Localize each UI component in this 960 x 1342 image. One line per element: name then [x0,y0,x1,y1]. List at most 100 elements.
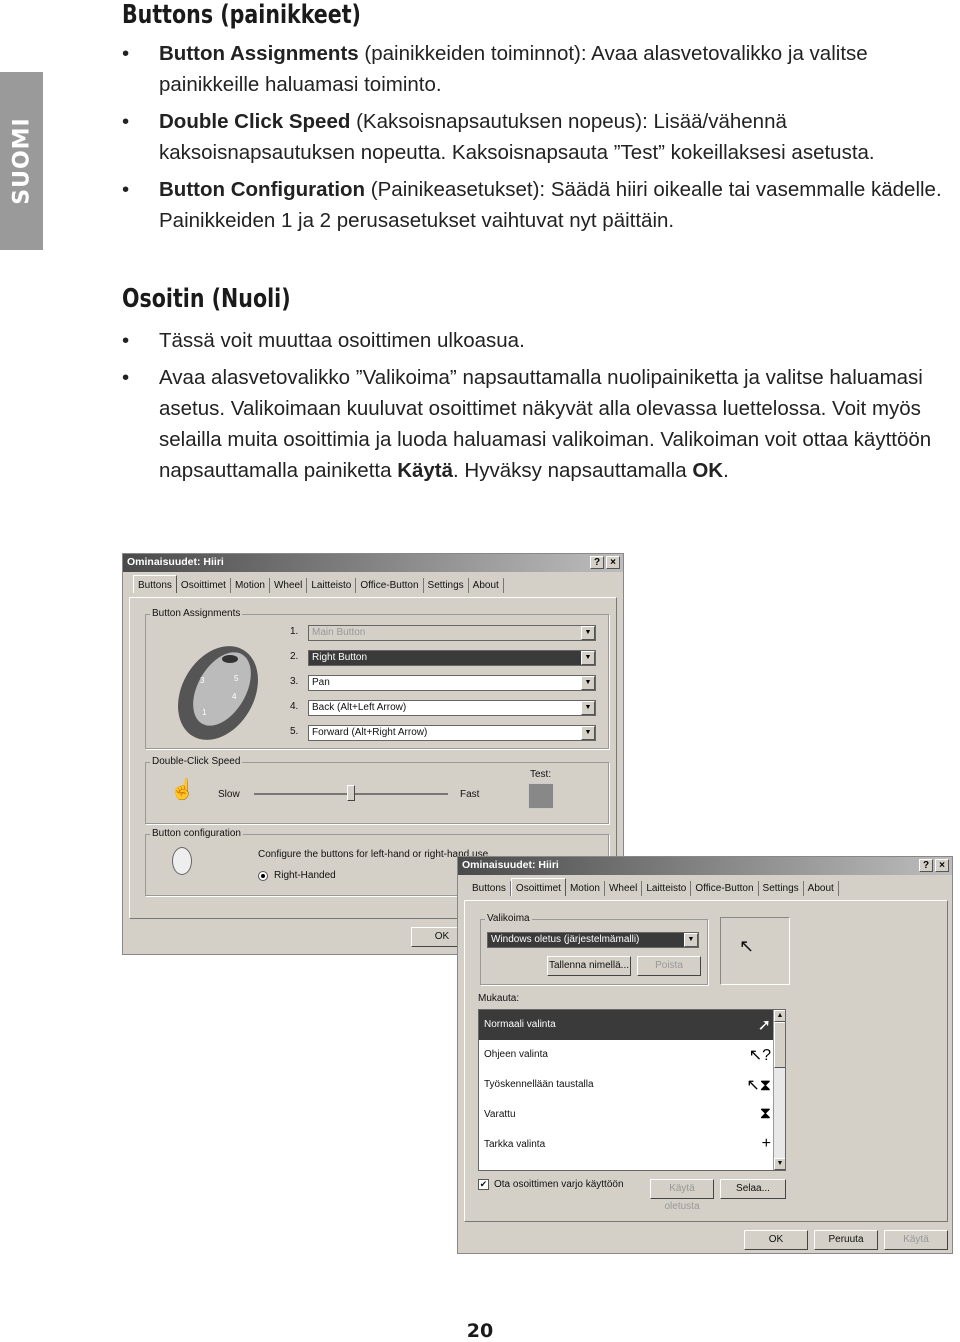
text: . [723,459,729,482]
pointer-bullet-list: Tässä voit muuttaa osoittimen ulkoasua. … [122,325,952,492]
bullet-button-configuration: Button Configuration (Painikeasetukset):… [122,174,952,236]
scheme-select[interactable]: Windows oletus (järjestelmämalli) ▼ [487,932,699,948]
assignment-5-select[interactable]: Forward (Alt+Right Arrow) ▼ [308,725,596,741]
chevron-down-icon: ▼ [581,701,595,715]
list-item[interactable]: Ohjeen valinta ↖? [479,1040,785,1070]
right-handed-label: Right-Handed [274,870,336,881]
crosshair-cursor-icon: + [761,1135,771,1152]
cancel-button[interactable]: Peruuta [814,1230,878,1250]
help-button[interactable]: ? [919,859,933,872]
dialog-title: Ominaisuudet: Hiiri [127,556,224,568]
test-area-icon[interactable] [528,783,554,809]
tab-laitteisto[interactable]: Laitteisto [642,881,692,896]
close-button[interactable]: × [606,556,620,569]
cursor-label: Tarkka valinta [484,1139,546,1150]
term: Button Configuration [159,178,366,201]
close-button[interactable]: × [935,859,949,872]
select-value: Pan [312,677,330,688]
title-bar: Ominaisuudet: Hiiri ? × [123,554,623,572]
assignment-4-select[interactable]: Back (Alt+Left Arrow) ▼ [308,700,596,716]
assignment-number: 4. [290,701,299,712]
button-assignments-group: Button Assignments 3 5 4 1 1. Main Button ▼… [145,608,609,749]
list-item[interactable]: Tarkka valinta + [479,1130,785,1160]
scroll-up-icon[interactable]: ▲ [774,1010,785,1022]
tab-office-button[interactable]: Office-Button [356,578,424,593]
tab-motion[interactable]: Motion [566,881,605,896]
title-bar: Ominaisuudet: Hiiri ? × [458,857,952,875]
select-value: Back (Alt+Left Arrow) [312,702,407,713]
arrow-cursor-icon: ➚ [757,1017,771,1034]
bullet-double-click-speed: Double Click Speed (Kaksoisnapsautuksen … [122,106,952,168]
term-apply: Käytä [397,459,454,482]
mouse-icon [172,847,192,875]
group-title: Button Assignments [150,608,243,619]
list-item[interactable]: Työskennellään taustalla ↖⧗ [479,1070,785,1100]
chevron-down-icon: ▼ [581,651,595,665]
term: Button Assignments [159,42,359,65]
assignment-number: 3. [290,676,299,687]
tab-strip: Buttons Osoittimet Motion Wheel Laitteis… [123,572,623,593]
text: . Hyväksy napsauttamalla [453,459,693,482]
tab-buttons[interactable]: Buttons [133,575,177,593]
customize-label: Mukauta: [478,993,520,1004]
svg-text:4: 4 [232,692,237,701]
bullet-button-assignments: Button Assignments (painikkeiden toiminn… [122,38,952,100]
config-description: Configure the buttons for left-hand or r… [258,849,491,860]
assignment-number: 1. [290,626,299,637]
list-scrollbar[interactable]: ▲ ▼ [773,1010,785,1170]
delete-button[interactable]: Poista [637,956,701,976]
tab-wheel[interactable]: Wheel [605,881,643,896]
tab-about[interactable]: About [804,881,839,896]
tab-settings[interactable]: Settings [759,881,804,896]
tab-buttons[interactable]: Buttons [468,881,511,896]
select-value: Forward (Alt+Right Arrow) [312,727,428,738]
cursor-list[interactable]: Normaali valinta ➚ Ohjeen valinta ↖? Työsk… [478,1009,786,1171]
assignment-number: 2. [290,651,299,662]
assignment-number: 5. [290,726,299,737]
language-side-tab: SUOMI [0,72,43,250]
list-item[interactable]: Varattu ⧗ [479,1100,785,1130]
svg-text:1: 1 [202,708,207,717]
group-title: Button configuration [150,828,243,839]
tab-motion[interactable]: Motion [231,578,270,593]
tab-osoittimet[interactable]: Osoittimet [510,878,566,896]
speed-slider-thumb[interactable] [347,785,355,801]
mouse-image-icon: 3 5 4 1 [178,646,258,740]
right-handed-radio[interactable] [258,871,268,881]
apply-button[interactable]: Käytä [884,1230,948,1250]
help-button[interactable]: ? [590,556,604,569]
tab-laitteisto[interactable]: Laitteisto [307,578,357,593]
shadow-checkbox[interactable]: ✔ [478,1179,489,1190]
tab-about[interactable]: About [469,578,504,593]
save-as-button[interactable]: Tallenna nimellä... [547,956,631,976]
scroll-thumb[interactable] [774,1022,785,1068]
term-ok: OK [692,459,724,482]
assignment-1-select[interactable]: Main Button ▼ [308,625,596,641]
svg-text:3: 3 [200,676,205,685]
tab-settings[interactable]: Settings [424,578,469,593]
tab-office-button[interactable]: Office-Button [691,881,759,896]
tab-osoittimet[interactable]: Osoittimet [177,578,231,593]
ok-button[interactable]: OK [744,1230,808,1250]
arrow-cursor-icon: ↖ [739,936,755,956]
mouse-properties-dialog-pointers: Ominaisuudet: Hiiri ? × Buttons Osoittime… [457,856,953,1254]
busy-cursor-icon: ⧗ [759,1105,771,1122]
tab-wheel[interactable]: Wheel [270,578,308,593]
scroll-down-icon[interactable]: ▼ [774,1158,785,1170]
assignment-3-select[interactable]: Pan ▼ [308,675,596,691]
browse-button[interactable]: Selaa... [720,1179,786,1199]
assignment-2-select[interactable]: Right Button ▼ [308,650,596,666]
chevron-down-icon: ▼ [581,726,595,740]
dialog-title: Ominaisuudet: Hiiri [462,859,559,871]
svg-text:5: 5 [234,674,239,683]
cursor-preview: ↖ [720,917,790,985]
cursor-label: Ohjeen valinta [484,1049,548,1060]
group-title: Double-Click Speed [150,756,243,767]
buttons-bullet-list: Button Assignments (painikkeiden toiminn… [122,38,952,242]
term: Double Click Speed [159,110,351,133]
chevron-down-icon: ▼ [581,626,595,640]
use-default-button[interactable]: Käytä oletusta [650,1179,714,1212]
list-item[interactable]: Normaali valinta ➚ [479,1010,785,1040]
cursor-label: Työskennellään taustalla [484,1079,594,1090]
bullet-pointer-steps: Avaa alasvetovalikko ”Valikoima” napsaut… [122,362,952,486]
